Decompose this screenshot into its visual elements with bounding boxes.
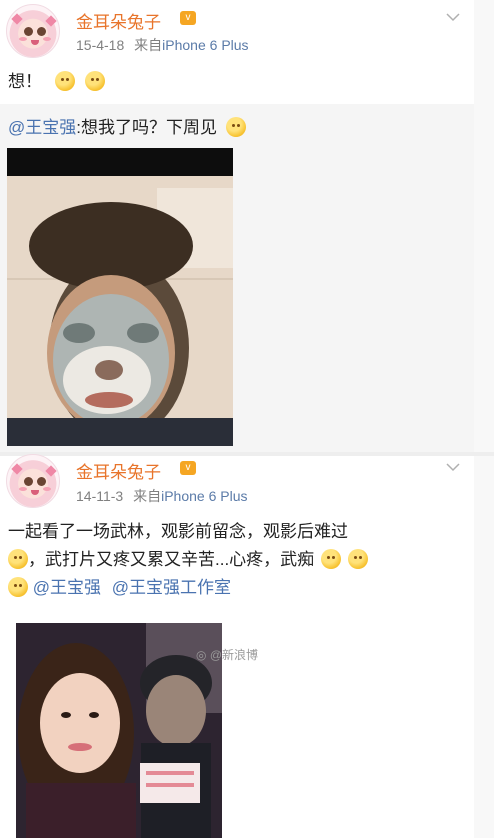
chevron-down-icon[interactable]	[446, 10, 460, 24]
chevron-down-icon[interactable]	[446, 460, 460, 474]
wink-tongue-emoji-icon	[225, 117, 246, 137]
avatar-eye	[24, 477, 33, 486]
avatar[interactable]	[6, 454, 60, 508]
post-body: 想！	[8, 72, 42, 91]
vip-badge-icon: v	[180, 11, 196, 25]
repost-text: @王宝强:想我了吗？下周见	[8, 114, 246, 142]
couple-photo	[16, 623, 222, 838]
avatar-eye	[37, 27, 46, 36]
grin-emoji-icon	[54, 71, 75, 91]
avatar[interactable]	[6, 4, 60, 58]
watermark-text: @新浪博	[209, 648, 259, 662]
post-line-2-text: ，武打片又疼又累又辛苦...心疼，武痴	[28, 550, 315, 569]
post-text-1: 想！	[8, 68, 106, 96]
repost-body: :想我了吗？下周见	[76, 118, 217, 137]
face-mask-photo	[7, 148, 233, 446]
avatar-cheek	[43, 37, 51, 41]
avatar-cheek	[19, 487, 27, 491]
avatar-mouth	[31, 40, 39, 45]
post-text-2: 一起看了一场武林，观影前留念，观影后难过 ，武打片又疼又累又辛苦...心疼，武痴…	[8, 518, 478, 602]
avatar-cheek	[19, 37, 27, 41]
mention-link[interactable]: @王宝强	[8, 118, 76, 137]
post-photo[interactable]	[16, 623, 222, 838]
tired-emoji-icon	[8, 549, 28, 569]
source-prefix: 来自	[133, 488, 162, 504]
username[interactable]: 金耳朵兔子	[76, 8, 161, 33]
post-meta: 15-4-18 来自iPhone 6 Plus	[76, 35, 249, 55]
weibo-watermark: ◎ @新浪博	[196, 646, 258, 663]
heart-icon	[11, 463, 23, 475]
post-line-3: @王宝强 @王宝强工作室	[8, 574, 478, 602]
avatar-eye	[37, 477, 46, 486]
avatar-eye	[24, 27, 33, 36]
post-header-2: 金耳朵兔子 v 14-11-3 来自iPhone 6 Plus	[0, 454, 494, 514]
heart-icon	[45, 465, 57, 477]
heart-icon	[11, 13, 23, 25]
shush-emoji-icon	[347, 549, 368, 569]
avatar-cheek	[43, 487, 51, 491]
post-meta: 14-11-3 来自iPhone 6 Plus	[76, 486, 248, 506]
username[interactable]: 金耳朵兔子	[76, 458, 161, 483]
shush-emoji-icon	[8, 577, 28, 597]
weibo-logo-icon: ◎	[196, 648, 207, 662]
post-line-2: ，武打片又疼又累又辛苦...心疼，武痴	[8, 546, 478, 574]
source-device[interactable]: iPhone 6 Plus	[161, 488, 247, 504]
post-date: 15-4-18	[76, 37, 125, 53]
mention-link[interactable]: @王宝强工作室	[112, 578, 231, 597]
post-header-1: 金耳朵兔子 v 15-4-18 来自iPhone 6 Plus	[0, 0, 494, 58]
post-line-1: 一起看了一场武林，观影前留念，观影后难过	[8, 522, 348, 541]
avatar-mouth	[31, 490, 39, 495]
vip-badge-icon: v	[180, 461, 196, 475]
source-device[interactable]: iPhone 6 Plus	[162, 37, 248, 53]
heart-icon	[45, 15, 57, 27]
mention-link[interactable]: @王宝强	[33, 578, 101, 597]
right-edge-strip	[474, 0, 494, 838]
repost-photo[interactable]	[7, 148, 233, 446]
tongue-emoji-icon	[85, 71, 106, 91]
source-prefix: 来自	[134, 37, 163, 53]
shush-emoji-icon	[320, 549, 341, 569]
post-date: 14-11-3	[76, 488, 124, 504]
